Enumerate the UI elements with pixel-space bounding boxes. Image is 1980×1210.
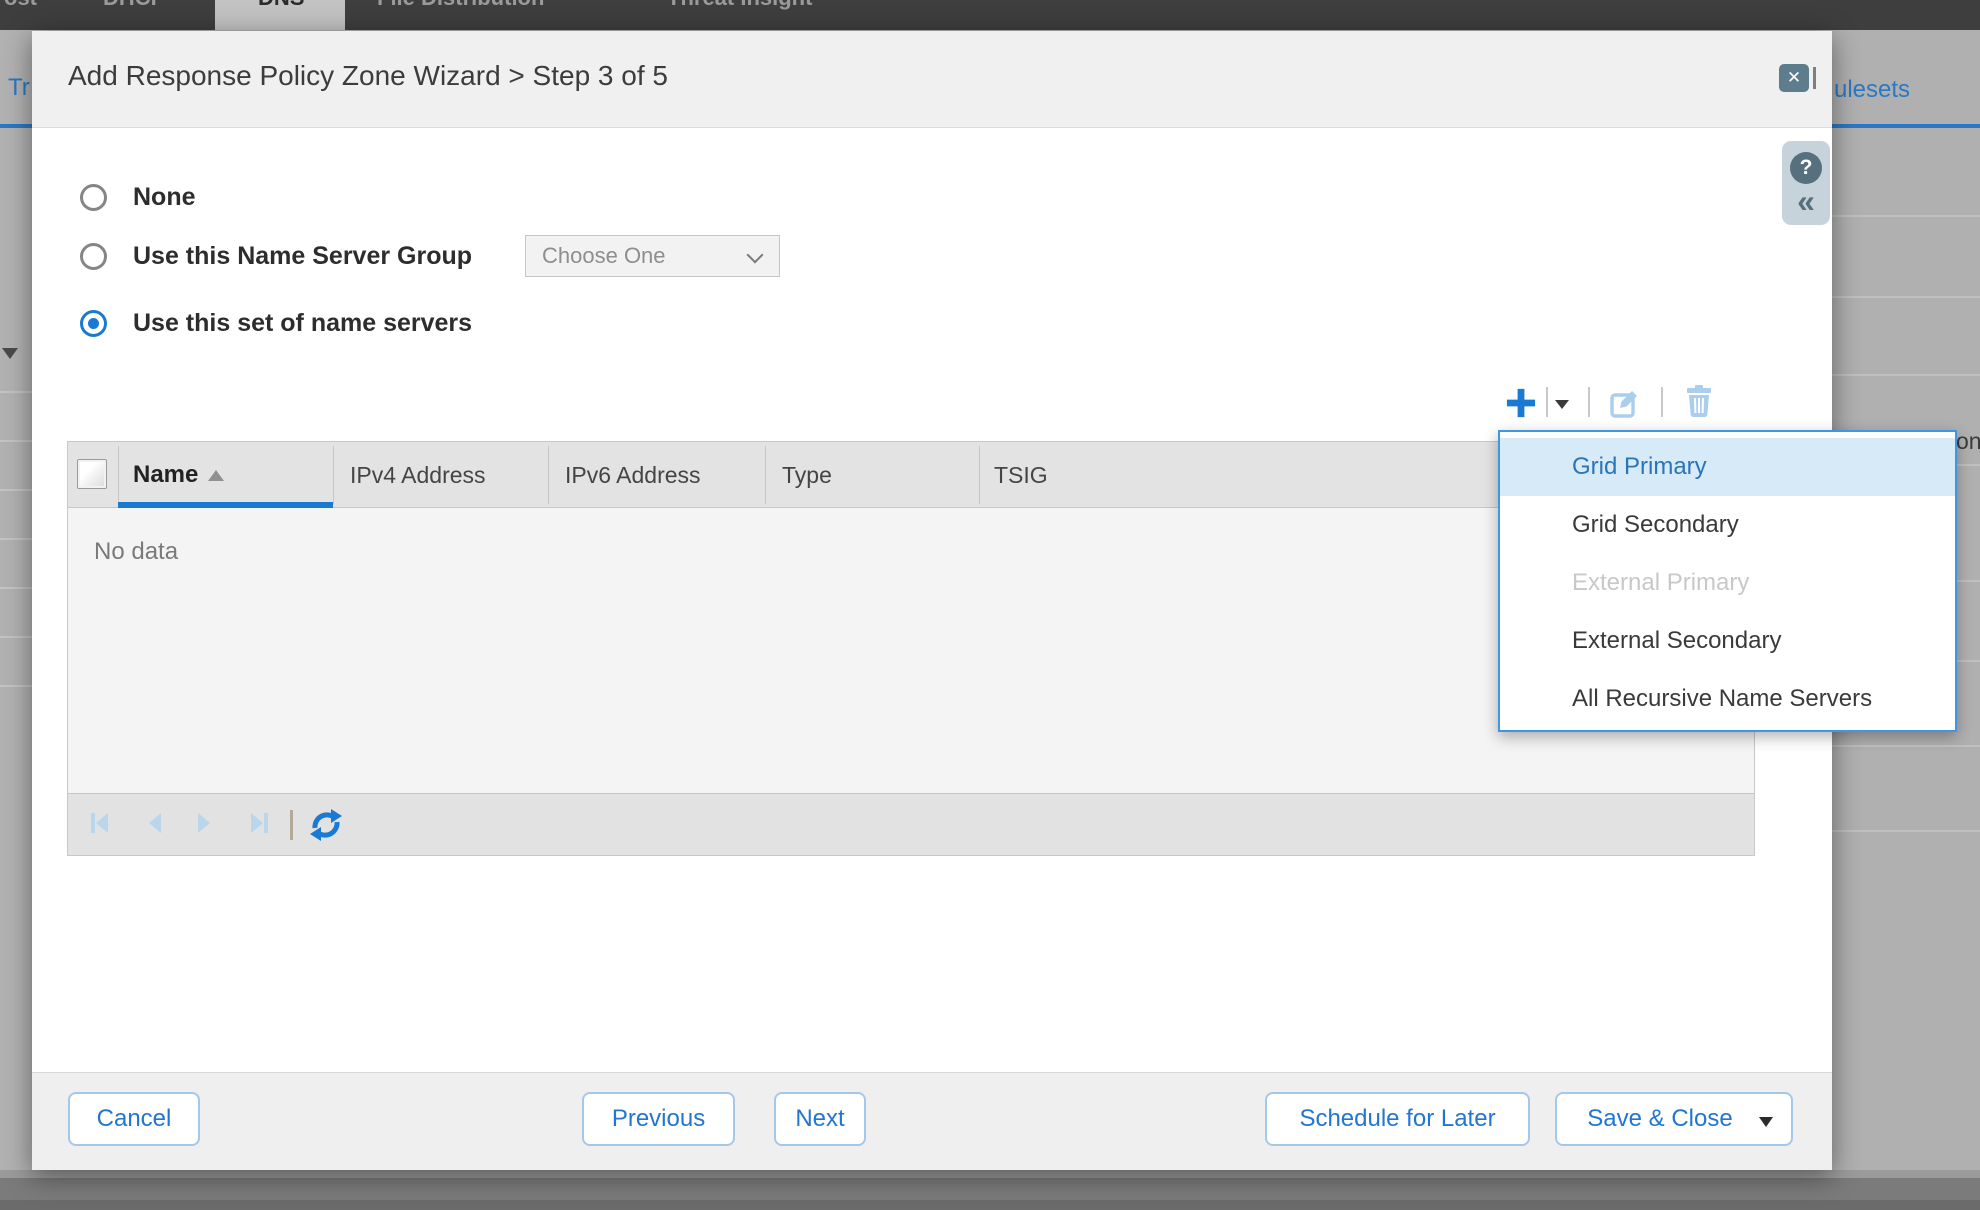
background-caret-icon bbox=[2, 348, 18, 359]
dialog-title: Add Response Policy Zone Wizard > Step 3… bbox=[68, 60, 668, 92]
toolbar-separator bbox=[1546, 387, 1548, 417]
tab-file-distribution[interactable]: File Distribution bbox=[377, 0, 544, 9]
next-button-label: Next bbox=[795, 1105, 844, 1133]
tab-threat-insight[interactable]: Threat Insight bbox=[667, 0, 812, 9]
next-button[interactable]: Next bbox=[774, 1092, 866, 1146]
column-header-ipv6[interactable]: IPv6 Address bbox=[565, 460, 701, 490]
collapse-icon[interactable]: « bbox=[1782, 183, 1830, 220]
column-header-ipv4[interactable]: IPv4 Address bbox=[350, 460, 486, 490]
dialog-header: Add Response Policy Zone Wizard > Step 3… bbox=[32, 31, 1832, 128]
menu-item-external-secondary[interactable]: External Secondary bbox=[1500, 612, 1955, 670]
empty-table-message: No data bbox=[94, 538, 178, 566]
background-left-strip: Tr bbox=[0, 30, 32, 1170]
add-dropdown-caret-icon[interactable] bbox=[1555, 400, 1569, 409]
radio-label: Use this set of name servers bbox=[133, 310, 472, 337]
table-pagination-bar bbox=[68, 793, 1754, 855]
menu-item-grid-primary[interactable]: Grid Primary bbox=[1500, 438, 1955, 496]
radio-icon[interactable] bbox=[80, 184, 107, 211]
cancel-button-label: Cancel bbox=[97, 1105, 172, 1133]
delete-icon[interactable] bbox=[1685, 385, 1713, 418]
last-page-icon[interactable] bbox=[246, 810, 272, 836]
pagination-separator bbox=[290, 810, 293, 840]
bottom-dark-strip bbox=[0, 1200, 1980, 1210]
first-page-icon[interactable] bbox=[87, 810, 113, 836]
previous-button[interactable]: Previous bbox=[582, 1092, 735, 1146]
schedule-for-later-button[interactable]: Schedule for Later bbox=[1265, 1092, 1530, 1146]
dialog-footer: Cancel Previous Next Schedule for Later … bbox=[32, 1072, 1832, 1170]
column-header-tsig[interactable]: TSIG bbox=[994, 460, 1048, 490]
help-icon[interactable]: ? bbox=[1790, 152, 1822, 184]
header-tick bbox=[1813, 67, 1816, 89]
save-and-close-button[interactable]: Save & Close bbox=[1555, 1092, 1793, 1146]
screen: ost DHCP DNS File Distribution Threat In… bbox=[0, 0, 1980, 1210]
toolbar-separator bbox=[1661, 387, 1663, 417]
top-tab-bar: ost DHCP DNS File Distribution Threat In… bbox=[0, 0, 1980, 30]
radio-label: Use this Name Server Group bbox=[133, 243, 472, 270]
menu-item-all-recursive-name-servers[interactable]: All Recursive Name Servers bbox=[1500, 670, 1955, 728]
background-tab-underline-right bbox=[1832, 124, 1980, 128]
cancel-button[interactable]: Cancel bbox=[68, 1092, 200, 1146]
save-dropdown-caret-icon bbox=[1759, 1117, 1773, 1127]
chevron-down-icon bbox=[747, 247, 764, 264]
close-icon[interactable]: ✕ bbox=[1779, 64, 1809, 92]
bottom-shadow-strip bbox=[0, 1170, 1980, 1178]
help-panel: ? « bbox=[1782, 141, 1830, 225]
toolbar-separator bbox=[1588, 387, 1590, 417]
background-tab-underline-left bbox=[0, 124, 32, 128]
name-server-group-select[interactable]: Choose One bbox=[525, 235, 780, 277]
next-page-icon[interactable] bbox=[191, 810, 217, 836]
tab-dns-label: DNS bbox=[258, 0, 304, 9]
schedule-button-label: Schedule for Later bbox=[1299, 1105, 1495, 1133]
wizard-dialog: Add Response Policy Zone Wizard > Step 3… bbox=[32, 31, 1832, 1170]
column-header-name[interactable]: Name bbox=[133, 460, 198, 490]
add-name-server-button[interactable] bbox=[1504, 386, 1538, 420]
background-tab-rulesets[interactable]: ulesets bbox=[1834, 76, 1910, 104]
save-button-label: Save & Close bbox=[1587, 1105, 1732, 1133]
radio-label: None bbox=[133, 184, 196, 211]
column-header-type[interactable]: Type bbox=[782, 460, 832, 490]
previous-button-label: Previous bbox=[612, 1105, 705, 1133]
bottom-gray-strip bbox=[0, 1178, 1980, 1200]
previous-page-icon[interactable] bbox=[142, 810, 168, 836]
radio-icon[interactable] bbox=[80, 243, 107, 270]
background-tab-fragment-left[interactable]: Tr bbox=[8, 74, 30, 102]
tab-dns[interactable]: DNS bbox=[215, 0, 345, 30]
menu-item-external-primary[interactable]: External Primary bbox=[1500, 554, 1955, 612]
menu-item-grid-secondary[interactable]: Grid Secondary bbox=[1500, 496, 1955, 554]
background-text-fragment: on bbox=[1956, 428, 1980, 455]
tab-dhcp[interactable]: DHCP bbox=[103, 0, 165, 9]
refresh-icon[interactable] bbox=[308, 807, 344, 843]
radio-selected-icon[interactable] bbox=[80, 310, 107, 337]
select-value: Choose One bbox=[542, 236, 666, 276]
add-name-server-menu: Grid Primary Grid Secondary External Pri… bbox=[1498, 430, 1957, 732]
select-all-checkbox[interactable] bbox=[77, 459, 107, 489]
tab-host-fragment[interactable]: ost bbox=[4, 0, 37, 9]
sort-ascending-icon bbox=[208, 470, 224, 481]
edit-icon[interactable] bbox=[1610, 387, 1641, 418]
